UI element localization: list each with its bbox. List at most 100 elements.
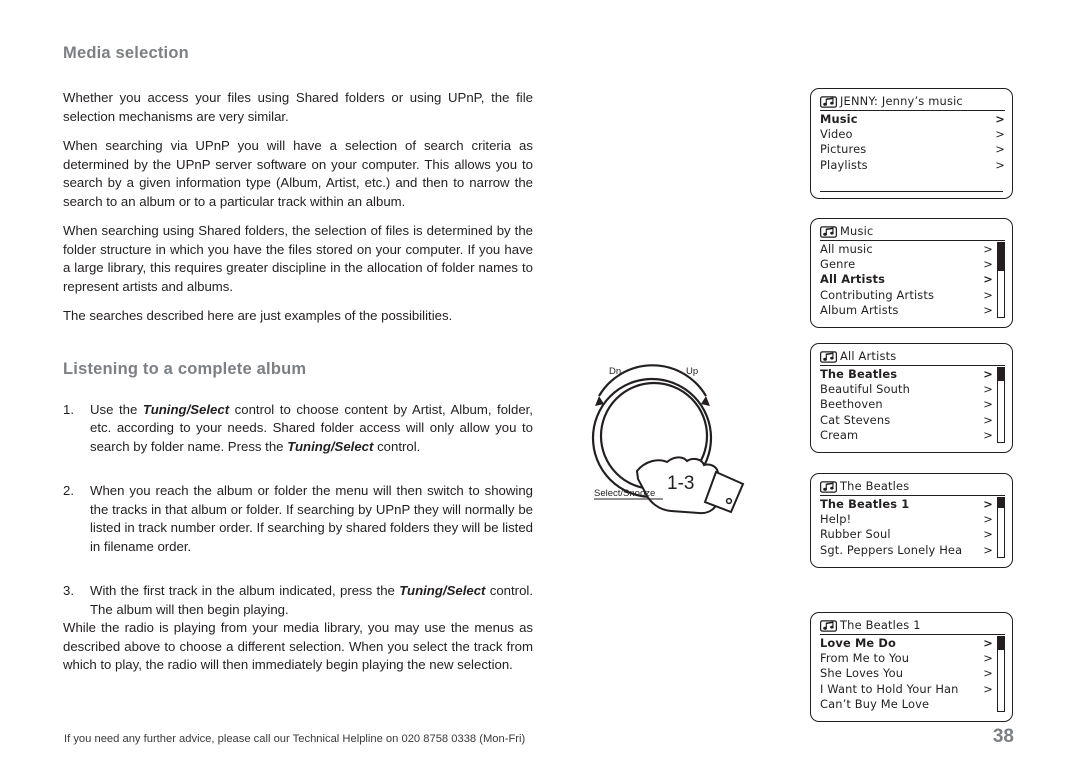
- lcd-menu-item-selected[interactable]: The Beatles >: [820, 367, 993, 382]
- chevron-right-icon: >: [983, 257, 993, 272]
- screen-the-beatles-1: The Beatles 1 Love Me Do > From Me to You > S…: [810, 612, 1013, 723]
- chevron-right-icon: >: [983, 512, 993, 527]
- lcd-menu-item-label: Help!: [820, 512, 852, 527]
- lcd-title: The Beatles 1: [840, 618, 921, 632]
- lcd-menu-item-label: Love Me Do: [820, 636, 897, 650]
- step-text: Use the Tuning/Select control to choose …: [90, 401, 533, 457]
- lcd-header: Music: [820, 224, 1005, 241]
- lcd-header: The Beatles 1: [820, 618, 1005, 635]
- lcd-menu-item-selected[interactable]: The Beatles 1 >: [820, 497, 993, 512]
- numbered-steps-list: 1. Use the Tuning/Select control to choos…: [63, 401, 533, 620]
- lcd-menu-item[interactable]: I Want to Hold Your Han >: [820, 682, 993, 697]
- lcd-scrollbar-thumb[interactable]: [998, 637, 1004, 650]
- lcd-menu-rows: The Beatles > Beautiful South > Beethoven > Ca…: [820, 367, 993, 443]
- lcd-menu-item-label: Cream: [820, 427, 859, 442]
- lcd-menu-item[interactable]: Genre >: [820, 257, 993, 272]
- screen-music: Music All music > Genre > All Artists > Contrib…: [810, 218, 1013, 329]
- lcd-menu-item[interactable]: Help! >: [820, 512, 993, 527]
- lcd-menu: All music > Genre > All Artists > Contributing…: [820, 242, 1005, 319]
- lcd-menu-item-label: The Beatles: [820, 367, 898, 381]
- lcd-menu-item-label: Album Artists: [820, 302, 899, 317]
- paragraph-media-4: The searches described here are just exa…: [63, 308, 453, 323]
- lcd-bottom-rule: [820, 190, 1003, 192]
- lcd-menu-item[interactable]: She Loves You >: [820, 666, 993, 681]
- step-text-run: Use the: [90, 401, 143, 417]
- lcd-title: JENNY: Jenny’s music: [840, 94, 963, 108]
- chevron-right-icon: >: [983, 412, 993, 427]
- music-note-icon: [820, 350, 837, 363]
- lcd-menu-item-label: She Loves You: [820, 666, 904, 681]
- chevron-right-icon: >: [983, 636, 993, 650]
- lcd-menu-item-selected[interactable]: Love Me Do >: [820, 636, 993, 651]
- lcd-header: The Beatles: [820, 479, 1005, 496]
- lcd-menu-item-label: Playlists: [820, 157, 868, 172]
- screen-source: JENNY: Jenny’s music Music > Video > Pictures…: [810, 88, 1013, 199]
- lcd-menu: Music > Video > Pictures > Playlists >: [820, 112, 1005, 173]
- step-text-run: When you reach the album or folder the m…: [90, 483, 533, 554]
- lcd-scrollbar[interactable]: [997, 497, 1005, 558]
- lcd-menu-item-label: Pictures: [820, 142, 867, 157]
- dial-label-select-snooze: Select/Snooze: [594, 488, 655, 499]
- article-content: Media selection Whether you access your …: [63, 44, 533, 686]
- lcd-scrollbar[interactable]: [997, 367, 1005, 444]
- lcd-menu-item[interactable]: Video >: [820, 127, 1005, 142]
- lcd-title: Music: [840, 224, 874, 238]
- lcd-menu-item-label: Music: [820, 112, 858, 126]
- lcd-menu-item[interactable]: Contributing Artists >: [820, 288, 993, 303]
- numbered-step: 2. When you reach the album or folder the…: [63, 482, 533, 556]
- paragraph-media-2: When searching via UPnP you will have a …: [63, 138, 533, 209]
- lcd-title: The Beatles: [840, 479, 910, 493]
- step-text-run: With the first track in the album indica…: [90, 583, 400, 598]
- chevron-right-icon: >: [983, 302, 993, 317]
- music-note-icon: [820, 225, 837, 238]
- lcd-menu-item[interactable]: All music >: [820, 242, 993, 257]
- lcd-header: All Artists: [820, 349, 1005, 366]
- numbered-step: 3. With the first track in the album indi…: [63, 582, 533, 619]
- control-name-emphasis: Tuning/Select: [287, 438, 374, 454]
- lcd-menu: Love Me Do > From Me to You > She Loves You >…: [820, 636, 1005, 713]
- lcd-scrollbar[interactable]: [997, 636, 1005, 713]
- chevron-right-icon: >: [983, 527, 993, 542]
- lcd-menu-item-label: Sgt. Peppers Lonely Hea: [820, 542, 963, 557]
- chevron-right-icon: >: [983, 681, 993, 696]
- lcd-menu-item[interactable]: Album Artists >: [820, 303, 993, 318]
- chevron-right-icon: >: [983, 287, 993, 302]
- tuning-select-dial-illustration: Dn. Up Select/Snooze 1-3: [575, 352, 765, 520]
- chevron-right-icon: >: [983, 427, 993, 442]
- control-name-emphasis: Tuning/Select: [142, 401, 230, 417]
- lcd-menu-item[interactable]: Rubber Soul >: [820, 527, 993, 542]
- lcd-menu-rows: Love Me Do > From Me to You > She Loves You >…: [820, 636, 993, 712]
- lcd-menu: The Beatles > Beautiful South > Beethoven > Ca…: [820, 367, 1005, 444]
- dial-label-down: Dn.: [609, 366, 624, 377]
- page-footer: If you need any further advice, please c…: [64, 726, 1014, 748]
- chevron-right-icon: >: [983, 272, 993, 287]
- lcd-scrollbar-thumb[interactable]: [998, 243, 1004, 272]
- lcd-title: All Artists: [840, 349, 897, 363]
- lcd-menu: The Beatles 1 > Help! > Rubber Soul > Sgt. Pep…: [820, 497, 1005, 558]
- control-name-emphasis: Tuning/Select: [399, 583, 486, 598]
- lcd-menu-item[interactable]: Beethoven >: [820, 397, 993, 412]
- lcd-menu-item-selected[interactable]: Music >: [820, 112, 1005, 127]
- lcd-menu-item[interactable]: Playlists >: [820, 158, 1005, 173]
- chevron-right-icon: >: [983, 542, 993, 557]
- lcd-menu-item[interactable]: Sgt. Peppers Lonely Hea >: [820, 543, 993, 558]
- lcd-menu-item[interactable]: From Me to You >: [820, 651, 993, 666]
- lcd-menu-item-label: Beethoven: [820, 397, 883, 412]
- music-note-icon: [820, 95, 837, 108]
- lcd-menu-item[interactable]: Cream >: [820, 428, 993, 443]
- lcd-scrollbar-thumb[interactable]: [998, 368, 1004, 381]
- lcd-menu-item-selected[interactable]: All Artists >: [820, 272, 993, 287]
- lcd-menu-item[interactable]: Beautiful South >: [820, 382, 993, 397]
- chevron-right-icon: >: [983, 397, 993, 412]
- lcd-menu-item[interactable]: Can’t Buy Me Love: [820, 697, 993, 712]
- screen-all-artists: All Artists The Beatles > Beautiful South > B…: [810, 343, 1013, 454]
- lcd-scrollbar[interactable]: [997, 242, 1005, 319]
- chevron-right-icon: >: [995, 127, 1005, 142]
- lcd-menu-item[interactable]: Pictures >: [820, 142, 1005, 157]
- lcd-menu-item-label: Contributing Artists: [820, 287, 935, 302]
- chevron-right-icon: >: [983, 382, 993, 397]
- lcd-menu-item-label: All music: [820, 242, 873, 256]
- lcd-bottom-padding: [820, 318, 1005, 322]
- lcd-menu-item[interactable]: Cat Stevens >: [820, 413, 993, 428]
- lcd-scrollbar-thumb[interactable]: [998, 498, 1004, 508]
